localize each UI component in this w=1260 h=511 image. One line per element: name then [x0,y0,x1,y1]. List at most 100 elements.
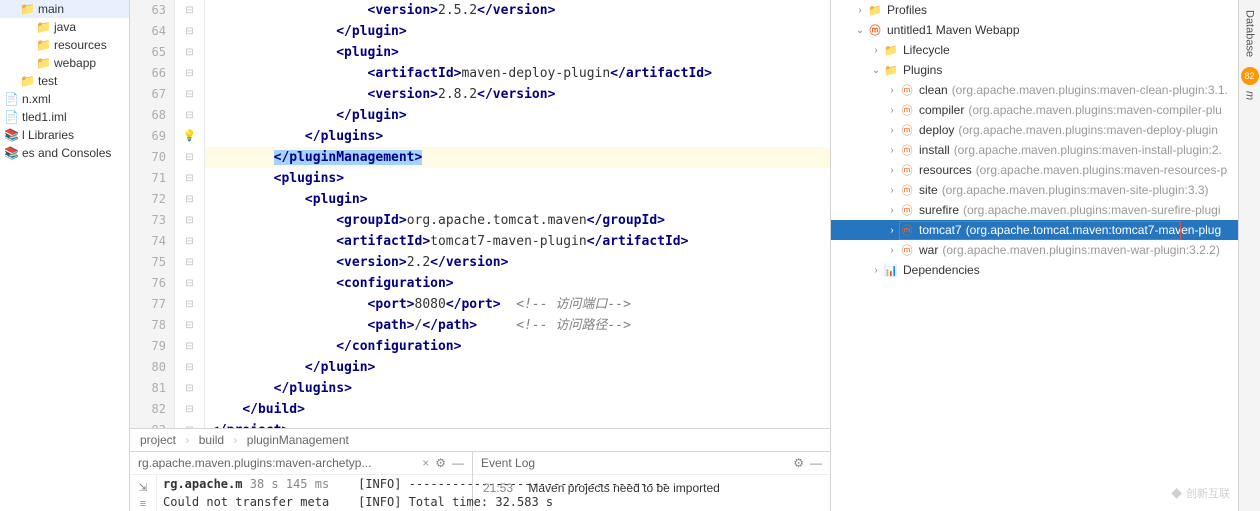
project-tree-item[interactable]: es and Consoles [0,144,129,162]
code-line[interactable]: </pluginManagement> [205,147,830,168]
maven-item-meta: (org.apache.tomcat.maven:tomcat7-maven-p… [966,223,1221,237]
expander-icon[interactable]: › [885,145,899,156]
maven-tree-item[interactable]: ›clean(org.apache.maven.plugins:maven-cl… [831,80,1238,100]
expander-icon[interactable]: ⌄ [853,25,867,36]
project-tree[interactable]: mainjava resources webapp test n.xml tled1.im… [0,0,130,511]
maven-item-label: deploy [919,123,954,137]
code-line[interactable]: </plugin> [205,21,830,42]
maven-tree-item[interactable]: ›war(org.apache.maven.plugins:maven-war-… [831,240,1238,260]
expander-icon[interactable]: › [885,165,899,176]
plugin-icon [899,162,915,178]
maven-tree-item[interactable]: ⌄untitled1 Maven Webapp [831,20,1238,40]
folder-icon [883,42,899,58]
badge[interactable]: 82 [1241,67,1259,85]
project-tree-item[interactable]: tled1.iml [0,108,129,126]
gear-icon[interactable]: ⚙ [435,456,446,470]
collapse-icon[interactable]: ⇲ [134,481,152,494]
tree-item-label: test [38,74,57,88]
maven-tree-item[interactable]: ›install(org.apache.maven.plugins:maven-… [831,140,1238,160]
maven-tree-item[interactable]: ›Dependencies [831,260,1238,280]
gear-icon[interactable]: ⚙ [793,456,804,470]
dir-icon [20,2,34,16]
maven-tree-item[interactable]: ›Lifecycle [831,40,1238,60]
project-tree-item[interactable]: n.xml [0,90,129,108]
line-number-gutter[interactable]: 6364656667686970717273747576777879808182… [130,0,175,428]
lib-icon [4,146,18,160]
code-line[interactable]: <version>2.5.2</version> [205,0,830,21]
console-tab-title[interactable]: rg.apache.maven.plugins:maven-archetyp..… [138,456,418,470]
dir-icon [36,20,50,34]
minimize-icon[interactable]: — [810,456,822,470]
dir-icon [20,74,34,88]
console-panel: rg.apache.maven.plugins:maven-archetyp..… [130,452,473,511]
tree-item-label: resources [54,38,107,52]
expander-icon[interactable]: › [885,185,899,196]
code-line[interactable]: <groupId>org.apache.tomcat.maven</groupI… [205,210,830,231]
maven-tab[interactable]: m [1242,85,1258,106]
right-toolbar: Database 82 m [1238,0,1260,511]
breadcrumb-item[interactable]: build [199,433,224,447]
breadcrumb[interactable]: project › build › pluginManagement [130,428,830,451]
project-tree-item[interactable]: l Libraries [0,126,129,144]
maven-item-label: clean [919,83,948,97]
code-line[interactable]: <version>2.8.2</version> [205,84,830,105]
project-tree-item[interactable]: resources [0,36,129,54]
maven-tree-item[interactable]: ›site(org.apache.maven.plugins:maven-sit… [831,180,1238,200]
code-line[interactable]: </configuration> [205,336,830,357]
expander-icon[interactable]: › [869,45,883,56]
code-line[interactable]: </plugin> [205,357,830,378]
code-line[interactable]: </project> [205,420,830,428]
plugin-icon [899,202,915,218]
expander-icon[interactable]: › [885,105,899,116]
close-icon[interactable]: × [422,456,429,470]
code-line[interactable]: <path>/</path> <!-- 访问路径--> [205,315,830,336]
maven-tree-item[interactable]: ›deploy(org.apache.maven.plugins:maven-d… [831,120,1238,140]
expander-icon[interactable]: › [885,205,899,216]
console-line: Could not transfer meta [163,495,329,509]
expander-icon[interactable]: › [853,5,867,16]
code-line[interactable]: <plugins> [205,168,830,189]
code-line[interactable]: <plugin> [205,42,830,63]
maven-item-meta: (org.apache.maven.plugins:maven-war-plug… [942,243,1219,257]
minimize-icon[interactable]: — [452,456,464,470]
code-line[interactable]: <plugin> [205,189,830,210]
maven-tree-item[interactable]: ›tomcat7(org.apache.tomcat.maven:tomcat7… [831,220,1238,240]
event-log-panel: Event Log ⚙ — 21:53 Maven projects need … [473,452,830,511]
dir-icon [36,38,50,52]
maven-tree-item[interactable]: ›Profiles [831,0,1238,20]
code-line[interactable]: </plugins> [205,126,830,147]
expander-icon[interactable]: › [885,125,899,136]
maven-tree-item[interactable]: ›resources(org.apache.maven.plugins:mave… [831,160,1238,180]
expander-icon[interactable]: › [869,265,883,276]
expander-icon[interactable]: › [885,225,899,236]
fold-gutter[interactable]: ⊟⊟⊟⊟⊟⊟💡⊟⊟⊟⊟⊟⊟⊟⊟⊟⊟⊟⊟⊟⊟⊟ [175,0,205,428]
tree-item-label: es and Consoles [22,146,111,160]
code-line[interactable]: </plugin> [205,105,830,126]
maven-tree-item[interactable]: ›compiler(org.apache.maven.plugins:maven… [831,100,1238,120]
code-line[interactable]: <artifactId>tomcat7-maven-plugin</artifa… [205,231,830,252]
expander-icon[interactable]: › [885,85,899,96]
maven-tree-item[interactable]: ›surefire(org.apache.maven.plugins:maven… [831,200,1238,220]
tree-icon[interactable]: ≡ [134,498,152,510]
code-line[interactable]: </plugins> [205,378,830,399]
maven-tree-item[interactable]: ⌄Plugins [831,60,1238,80]
breadcrumb-item[interactable]: project [140,433,176,447]
console-toolbar: ⇲ ≡ [130,475,157,511]
project-tree-item[interactable]: test [0,72,129,90]
tree-item-label: n.xml [22,92,51,106]
code-editor[interactable]: <version>2.5.2</version> </plugin> <plug… [205,0,830,428]
project-tree-item[interactable]: main [0,0,129,18]
code-line[interactable]: </build> [205,399,830,420]
project-tree-item[interactable]: java [0,18,129,36]
maven-item-meta: (org.apache.maven.plugins:maven-site-plu… [942,183,1209,197]
expander-icon[interactable]: ⌄ [869,65,883,76]
code-line[interactable]: <artifactId>maven-deploy-plugin</artifac… [205,63,830,84]
plugin-icon [899,122,915,138]
project-tree-item[interactable]: webapp [0,54,129,72]
breadcrumb-item[interactable]: pluginManagement [247,433,349,447]
expander-icon[interactable]: › [885,245,899,256]
code-line[interactable]: <version>2.2</version> [205,252,830,273]
code-line[interactable]: <port>8080</port> <!-- 访问端口--> [205,294,830,315]
code-line[interactable]: <configuration> [205,273,830,294]
database-tab[interactable]: Database [1242,4,1258,63]
